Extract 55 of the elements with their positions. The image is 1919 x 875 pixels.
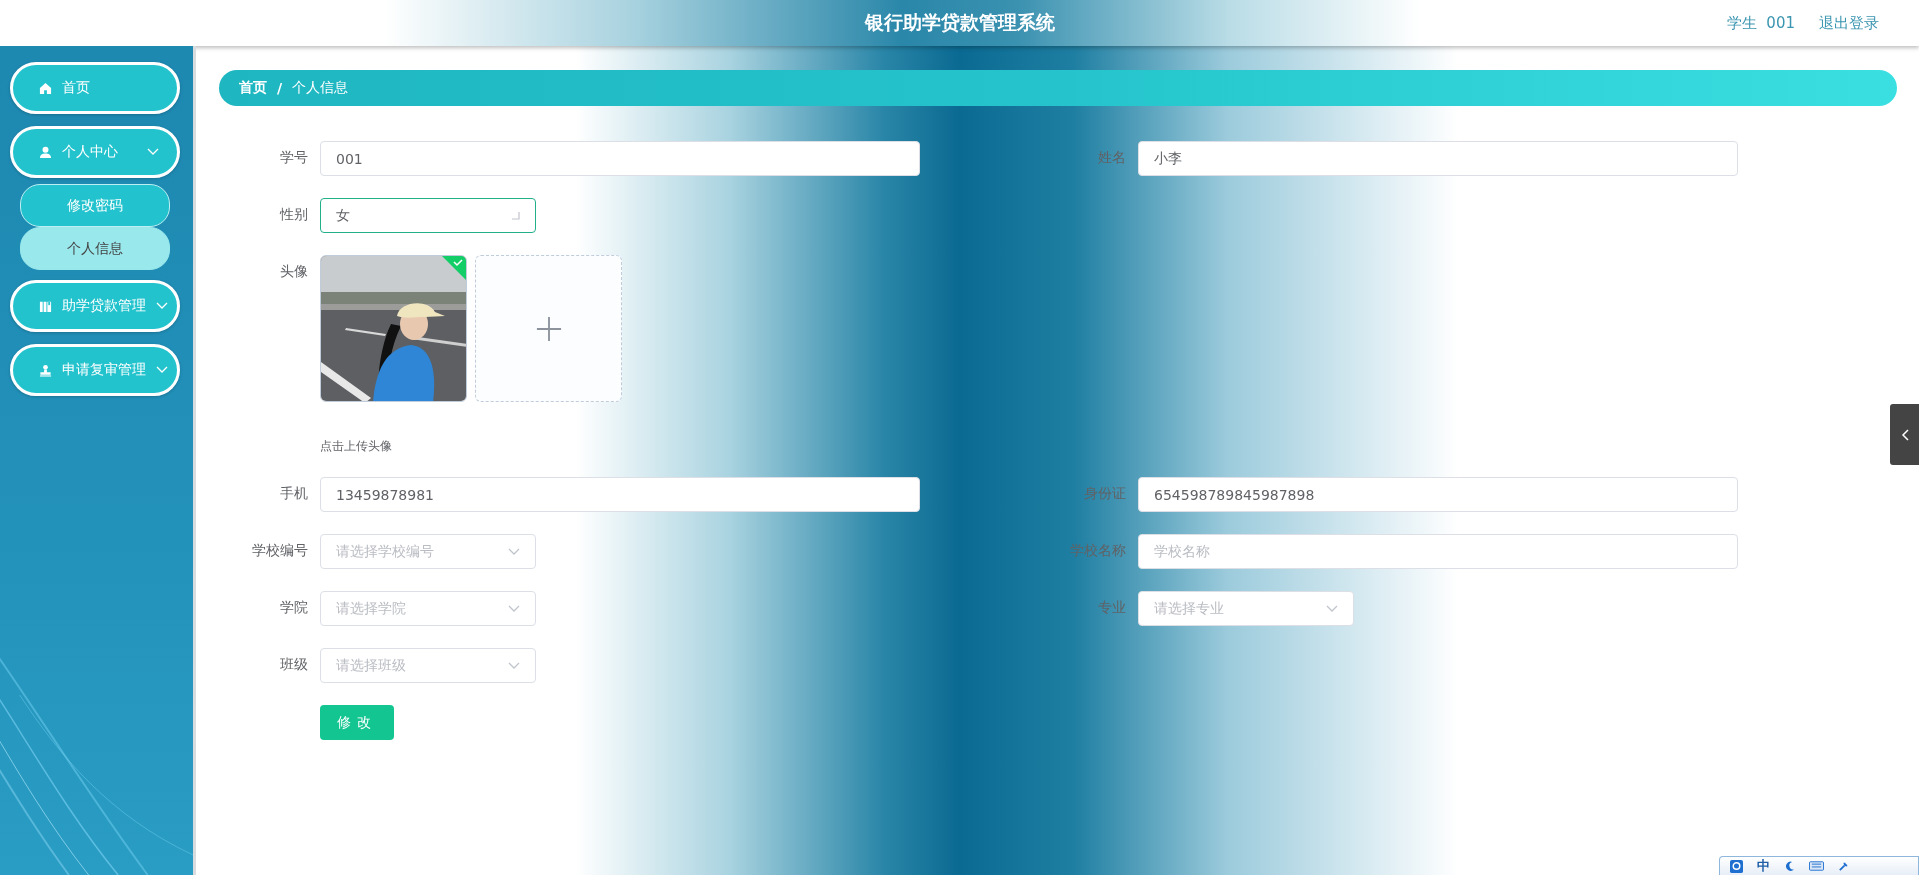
chevron-down-icon bbox=[508, 547, 520, 556]
plus-icon bbox=[535, 315, 562, 342]
chevron-down-icon bbox=[156, 366, 168, 374]
text-field[interactable]: 13459878981 bbox=[320, 477, 920, 512]
upload-hint: 点击上传头像 bbox=[320, 438, 392, 455]
user-info: 学生 001 bbox=[1726, 13, 1795, 33]
moon-icon[interactable] bbox=[1784, 860, 1795, 872]
field-label: 身份证 bbox=[1084, 485, 1126, 503]
chevron-down-icon bbox=[1326, 604, 1338, 613]
breadcrumb-separator: / bbox=[277, 80, 283, 96]
book-icon bbox=[39, 299, 52, 313]
breadcrumb-item[interactable]: 首页 bbox=[239, 79, 267, 97]
wrench-icon[interactable] bbox=[1838, 860, 1849, 872]
check-badge-icon bbox=[442, 256, 466, 280]
corner-icon bbox=[512, 211, 520, 220]
text-field[interactable]: 654598789845987898 bbox=[1138, 477, 1738, 512]
text-field[interactable]: 学校名称 bbox=[1138, 534, 1738, 569]
breadcrumb-item: 个人信息 bbox=[292, 79, 349, 97]
chevron-left-icon bbox=[1900, 428, 1909, 441]
home-icon bbox=[39, 81, 52, 95]
field-label: 姓名 bbox=[1098, 149, 1126, 167]
field-label: 学院 bbox=[280, 599, 308, 617]
keyboard-icon[interactable] bbox=[1809, 861, 1824, 871]
logout-link[interactable]: 退出登录 bbox=[1819, 13, 1879, 33]
chevron-down-icon bbox=[147, 148, 159, 156]
submenu-item[interactable]: 个人信息 bbox=[20, 227, 170, 270]
chevron-down-icon bbox=[508, 661, 520, 670]
field-label: 学校编号 bbox=[252, 542, 308, 560]
app-title: 银行助学贷款管理系统 bbox=[864, 11, 1055, 35]
menu-item[interactable]: 个人中心 bbox=[10, 126, 180, 178]
select-field[interactable]: 女 bbox=[320, 198, 536, 233]
field-label: 学校名称 bbox=[1070, 542, 1126, 560]
select-field[interactable]: 请选择学校编号 bbox=[320, 534, 536, 569]
menu-item[interactable]: 助学贷款管理 bbox=[10, 280, 180, 332]
text-field[interactable]: 001 bbox=[320, 141, 920, 176]
chevron-down-icon bbox=[156, 302, 168, 310]
search-icon[interactable] bbox=[1730, 859, 1743, 873]
field-label: 手机 bbox=[280, 485, 308, 503]
select-field[interactable]: 请选择学院 bbox=[320, 591, 536, 626]
submit-button[interactable]: 修改 bbox=[320, 705, 394, 740]
chevron-down-icon bbox=[508, 604, 520, 613]
user-icon bbox=[39, 145, 52, 159]
field-label: 性别 bbox=[280, 206, 308, 224]
field-label: 头像 bbox=[280, 263, 308, 281]
submenu-item[interactable]: 修改密码 bbox=[20, 184, 170, 227]
menu-item[interactable]: 首页 bbox=[10, 62, 180, 114]
field-label: 班级 bbox=[280, 656, 308, 674]
stamp-icon bbox=[39, 363, 52, 377]
select-field[interactable]: 请选择班级 bbox=[320, 648, 536, 683]
field-label: 专业 bbox=[1098, 599, 1126, 617]
select-field[interactable]: 请选择专业 bbox=[1138, 591, 1354, 626]
field-label: 学号 bbox=[280, 149, 308, 167]
input-mode[interactable]: 中 bbox=[1757, 857, 1770, 875]
text-field[interactable]: 小李 bbox=[1138, 141, 1738, 176]
menu-item[interactable]: 申请复审管理 bbox=[10, 344, 180, 396]
